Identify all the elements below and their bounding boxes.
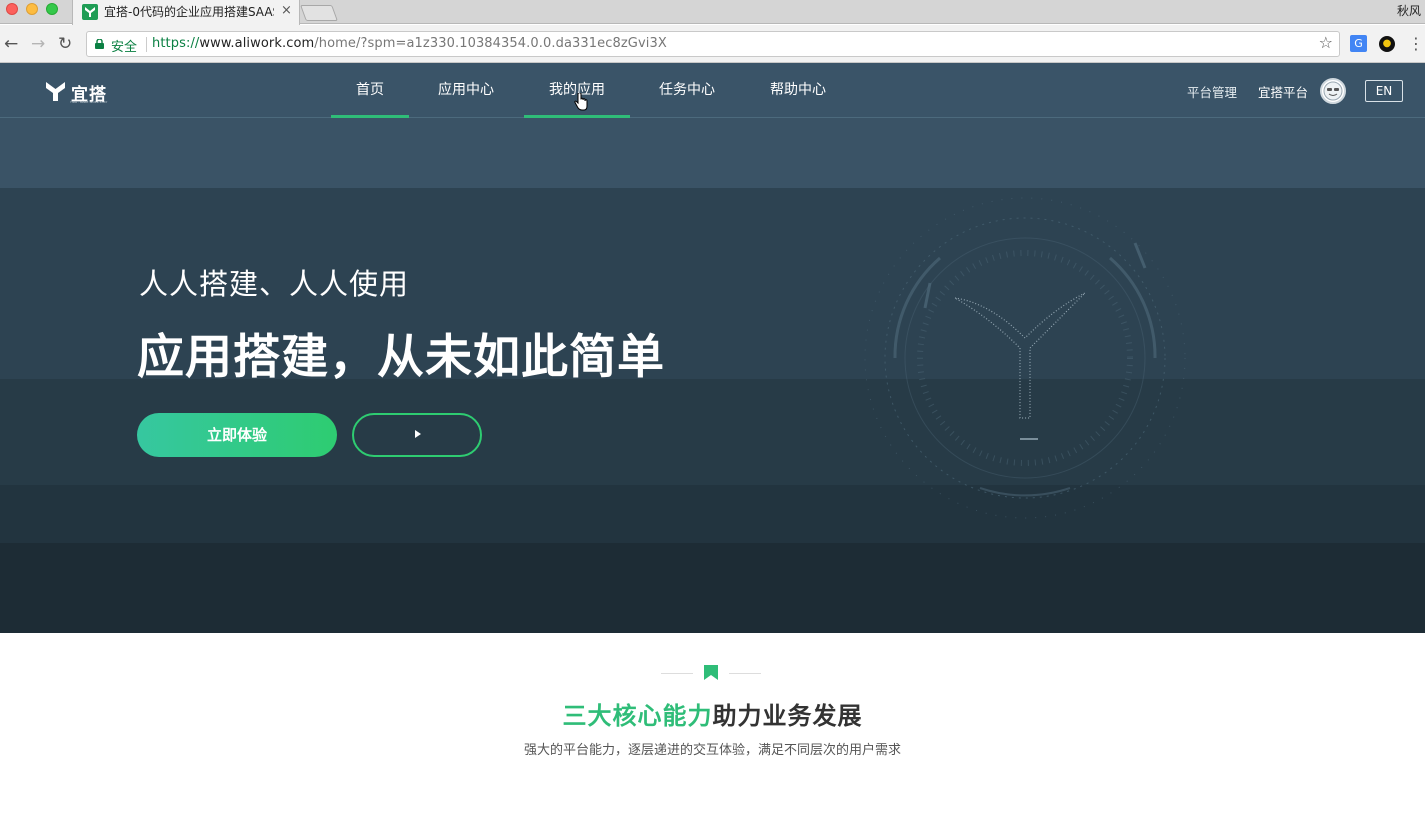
secure-label: 安全 bbox=[111, 40, 138, 55]
play-video-button[interactable] bbox=[352, 413, 482, 457]
browser-menu-icon[interactable]: ⋮ bbox=[1408, 34, 1424, 54]
features-title: 三大核心能力助力业务发展 bbox=[0, 696, 1425, 731]
tab-title: 宜搭-0代码的企业应用搭建SAAS bbox=[104, 5, 274, 19]
hero-title: 应用搭建，从未如此简单 bbox=[137, 330, 665, 385]
try-now-button[interactable]: 立即体验 bbox=[137, 413, 337, 457]
hero-subtitle: 人人搭建、人人使用 bbox=[139, 267, 410, 301]
forward-arrow-icon[interactable]: → bbox=[31, 34, 45, 54]
window-minimize-button[interactable] bbox=[26, 3, 38, 15]
user-avatar[interactable] bbox=[1320, 78, 1346, 104]
yida-logo[interactable]: 宜搭 YIDA · MAKE WORK EASY bbox=[46, 82, 116, 105]
nav-item-home[interactable]: 首页 bbox=[331, 63, 409, 118]
url-host: www.aliwork.com bbox=[199, 36, 315, 51]
reload-icon[interactable]: ↻ bbox=[58, 34, 72, 54]
language-toggle-button[interactable]: EN bbox=[1365, 80, 1403, 102]
tab-close-icon[interactable]: × bbox=[281, 3, 292, 19]
avatar-face-icon bbox=[1323, 81, 1343, 101]
new-tab-button[interactable] bbox=[300, 5, 338, 21]
platform-link[interactable]: 宜搭平台 bbox=[1258, 82, 1308, 101]
features-title-rest: 助力业务发展 bbox=[712, 702, 863, 730]
window-close-button[interactable] bbox=[6, 3, 18, 15]
play-icon bbox=[415, 430, 421, 438]
bookmark-icon bbox=[704, 665, 718, 680]
address-bar[interactable]: 安全 https://www.aliwork.com/home/?spm=a1z… bbox=[86, 31, 1340, 57]
lock-icon bbox=[95, 39, 104, 49]
nav-item-app-center[interactable]: 应用中心 bbox=[428, 63, 504, 118]
features-subtitle: 强大的平台能力，逐层递进的交互体验，满足不同层次的用户需求 bbox=[523, 743, 901, 758]
address-divider bbox=[146, 37, 147, 52]
features-title-highlight: 三大核心能力 bbox=[562, 702, 713, 730]
window-zoom-button[interactable] bbox=[46, 3, 58, 15]
hero-band bbox=[0, 543, 1425, 633]
url-text[interactable]: https://www.aliwork.com/home/?spm=a1z330… bbox=[152, 36, 667, 51]
search-extension-icon[interactable]: ● bbox=[1379, 36, 1395, 52]
site-header: 宜搭 YIDA · MAKE WORK EASY 首页 应用中心 我的应用 任务… bbox=[0, 63, 1425, 118]
back-arrow-icon[interactable]: ← bbox=[4, 34, 18, 54]
browser-tab-strip: 宜搭-0代码的企业应用搭建SAAS × 秋风 bbox=[0, 0, 1425, 25]
nav-item-task-center[interactable]: 任务中心 bbox=[649, 63, 725, 118]
url-protocol: https:// bbox=[152, 36, 200, 51]
logo-tagline: YIDA · MAKE WORK EASY bbox=[70, 100, 108, 104]
hand-cursor-icon bbox=[574, 93, 588, 111]
divider-line bbox=[661, 673, 693, 674]
hero-logo-graphic bbox=[864, 197, 1186, 519]
browser-toolbar: ← → ↻ 安全 https://www.aliwork.com/home/?s… bbox=[0, 25, 1425, 63]
url-path: /home/?spm=a1z330.10384354.0.0.da331ec8z… bbox=[314, 36, 667, 51]
bookmark-star-icon[interactable]: ☆ bbox=[1319, 33, 1333, 52]
features-section: 三大核心能力助力业务发展 强大的平台能力，逐层递进的交互体验，满足不同层次的用户… bbox=[0, 633, 1425, 814]
yida-logo-icon bbox=[46, 82, 65, 101]
divider-line bbox=[729, 673, 761, 674]
nav-item-help-center[interactable]: 帮助中心 bbox=[760, 63, 836, 118]
browser-profile-name[interactable]: 秋风 bbox=[1397, 2, 1421, 19]
browser-tab-active[interactable]: 宜搭-0代码的企业应用搭建SAAS × bbox=[72, 0, 300, 25]
yida-favicon-icon bbox=[82, 4, 98, 20]
platform-admin-link[interactable]: 平台管理 bbox=[1187, 82, 1237, 101]
hero-banner: 人人搭建、人人使用 应用搭建，从未如此简单 立即体验 bbox=[0, 118, 1425, 633]
translate-extension-icon[interactable]: G bbox=[1350, 35, 1367, 52]
